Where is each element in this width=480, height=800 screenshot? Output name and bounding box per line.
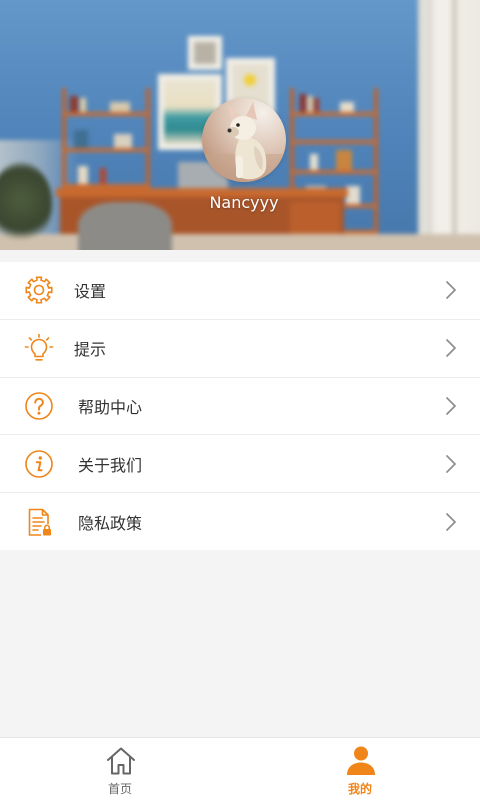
bg-book	[80, 98, 86, 112]
bg-book	[110, 102, 130, 112]
bg-shelf-right-board	[290, 170, 378, 174]
home-icon	[105, 745, 137, 777]
tab-label: 我的	[347, 782, 372, 796]
bg-book	[346, 186, 360, 204]
avatar-dog-photo	[202, 98, 286, 182]
question-circle-icon	[24, 391, 54, 421]
chevron-right-icon	[445, 512, 457, 532]
menu-item-label: 帮助中心	[78, 397, 143, 417]
profile-header: Nancyyy	[0, 0, 480, 250]
chevron-right-icon	[445, 396, 457, 416]
bg-book	[340, 102, 354, 112]
chevron-right-icon	[445, 338, 457, 358]
document-lock-icon	[24, 507, 54, 537]
username: Nancyyy	[209, 193, 279, 212]
bg-picture-small-inner	[194, 42, 216, 64]
menu-item-settings[interactable]: 设置	[0, 262, 480, 320]
bg-shelf-right-post	[374, 88, 378, 240]
bg-book	[310, 154, 318, 170]
bottom-tab-bar: 首页 我的	[0, 737, 480, 800]
tab-label: 首页	[107, 782, 132, 796]
bg-book	[314, 98, 319, 112]
info-circle-icon	[24, 449, 54, 479]
lightbulb-icon	[24, 333, 54, 363]
bg-book	[78, 166, 88, 184]
menu-list: 设置 提示 帮助中心 关于我们 隐私政策	[0, 262, 480, 550]
chevron-right-icon	[445, 280, 457, 300]
bg-shelf-left-board	[62, 112, 150, 116]
menu-item-help-center[interactable]: 帮助中心	[0, 378, 480, 436]
chevron-right-icon	[445, 454, 457, 474]
bg-shelf-right-board	[290, 112, 378, 116]
gear-icon	[24, 275, 54, 305]
bg-book	[307, 96, 313, 112]
bg-flower	[244, 74, 256, 86]
menu-item-tips[interactable]: 提示	[0, 320, 480, 378]
bg-shelf-left-board	[62, 148, 150, 152]
tab-mine[interactable]: 我的	[240, 738, 480, 800]
bg-book	[300, 94, 306, 112]
menu-item-about-us[interactable]: 关于我们	[0, 435, 480, 494]
bg-book	[114, 134, 132, 148]
bg-shelf-right-board	[290, 140, 378, 144]
menu-item-label: 隐私政策	[78, 513, 143, 533]
bg-book	[74, 130, 88, 148]
tab-home[interactable]: 首页	[0, 738, 240, 800]
bg-window-frame	[452, 0, 457, 250]
menu-item-privacy-policy[interactable]: 隐私政策	[0, 493, 480, 550]
avatar[interactable]	[202, 98, 286, 182]
menu-item-label: 提示	[74, 340, 107, 360]
bg-book	[70, 96, 78, 112]
bg-floor	[0, 234, 480, 250]
menu-item-label: 设置	[74, 282, 107, 302]
bg-book	[100, 168, 106, 184]
user-icon	[345, 745, 377, 777]
bg-book	[336, 150, 352, 170]
menu-item-label: 关于我们	[78, 455, 143, 475]
bg-window-frame	[428, 0, 431, 250]
